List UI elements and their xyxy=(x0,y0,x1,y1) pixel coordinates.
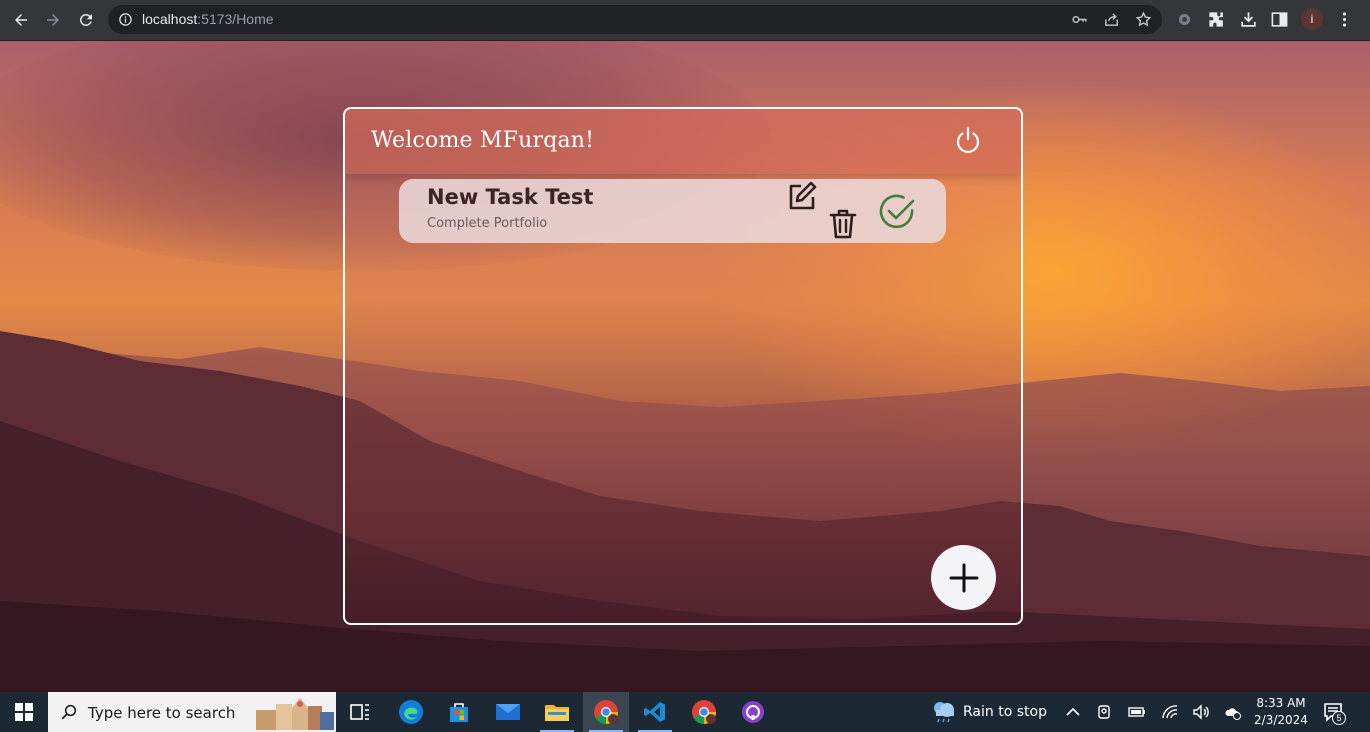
github-icon xyxy=(742,701,764,723)
plus-icon xyxy=(949,563,978,592)
delete-trash-icon[interactable] xyxy=(827,207,859,240)
add-task-button[interactable] xyxy=(931,545,996,610)
taskbar-edge[interactable] xyxy=(388,692,434,732)
reload-button[interactable] xyxy=(73,7,99,33)
taskbar-mail[interactable] xyxy=(485,692,531,732)
search-placeholder: Type here to search xyxy=(88,704,236,722)
vscode-icon xyxy=(644,702,665,722)
side-panel-icon[interactable] xyxy=(1270,10,1289,29)
reload-icon xyxy=(79,13,92,26)
taskbar-store[interactable] xyxy=(436,692,482,732)
taskbar-vscode[interactable] xyxy=(632,692,678,732)
bookmark-star-icon[interactable] xyxy=(1135,11,1152,28)
microsoft-store-icon xyxy=(450,703,468,722)
edge-browser-icon xyxy=(399,700,423,724)
camera-icon[interactable] xyxy=(1096,703,1114,721)
folder-icon xyxy=(545,705,569,721)
task-title: New Task Test xyxy=(427,185,594,209)
taskbar-github-desktop[interactable] xyxy=(730,692,776,732)
taskbar-file-explorer[interactable] xyxy=(534,692,580,732)
windows-taskbar: Type here to search Rain to stop 8:33 AM… xyxy=(0,692,1370,732)
system-clock[interactable]: 8:33 AM 2/3/2024 xyxy=(1250,695,1312,729)
complete-check-icon[interactable] xyxy=(879,193,917,231)
extension-gear-icon[interactable] xyxy=(1175,10,1194,29)
task-view-icon xyxy=(350,704,369,720)
more-vertical-icon[interactable] xyxy=(1335,10,1354,29)
chrome-icon xyxy=(692,700,716,724)
arrow-left-icon xyxy=(15,14,27,26)
edit-pencil-icon[interactable] xyxy=(786,180,818,212)
forward-button[interactable] xyxy=(40,7,66,33)
notification-count-badge: 5 xyxy=(1332,711,1346,725)
weather-text: Rain to stop xyxy=(963,704,1047,720)
task-description: Complete Portfolio xyxy=(427,216,548,231)
clock-date: 2/3/2024 xyxy=(1254,713,1308,727)
chevron-up-icon[interactable] xyxy=(1064,703,1082,721)
page-title: Welcome MFurqan! xyxy=(371,128,595,153)
download-icon[interactable] xyxy=(1239,10,1258,29)
share-icon[interactable] xyxy=(1103,11,1120,28)
wifi-icon[interactable] xyxy=(1161,703,1179,721)
task-item: New Task Test Complete Portfolio xyxy=(399,179,946,243)
key-icon[interactable] xyxy=(1071,11,1088,28)
profile-avatar[interactable]: i xyxy=(1301,8,1323,30)
clock-time: 8:33 AM xyxy=(1256,696,1306,710)
chrome-icon xyxy=(594,700,618,724)
address-bar[interactable]: localhost:5173/Home xyxy=(108,5,1162,34)
browser-toolbar: localhost:5173/Home i xyxy=(0,0,1370,41)
taskbar-chrome-2[interactable] xyxy=(681,692,727,732)
start-button[interactable] xyxy=(0,692,48,732)
windows-logo-icon xyxy=(15,703,33,721)
todo-card: Welcome MFurqan! New Task Test Complete … xyxy=(343,107,1023,625)
taskbar-chrome-1[interactable] xyxy=(583,692,629,732)
mail-icon xyxy=(496,704,520,720)
back-button[interactable] xyxy=(8,7,34,33)
search-highlight-illustration-icon xyxy=(256,698,334,730)
card-header: Welcome MFurqan! xyxy=(345,109,1021,174)
info-icon[interactable] xyxy=(118,12,133,27)
task-view-button[interactable] xyxy=(337,692,383,732)
battery-icon[interactable] xyxy=(1128,703,1146,721)
rain-cloud-icon xyxy=(934,702,954,723)
arrow-right-icon xyxy=(47,14,59,26)
search-icon xyxy=(61,704,77,720)
logout-power-icon[interactable] xyxy=(953,125,983,155)
onedrive-sync-icon[interactable] xyxy=(1224,703,1242,721)
extensions-puzzle-icon[interactable] xyxy=(1207,10,1226,29)
taskbar-search[interactable]: Type here to search xyxy=(48,692,336,732)
url-text: localhost:5173/Home xyxy=(142,11,274,27)
volume-icon[interactable] xyxy=(1192,703,1210,721)
weather-widget[interactable]: Rain to stop xyxy=(928,692,1048,732)
